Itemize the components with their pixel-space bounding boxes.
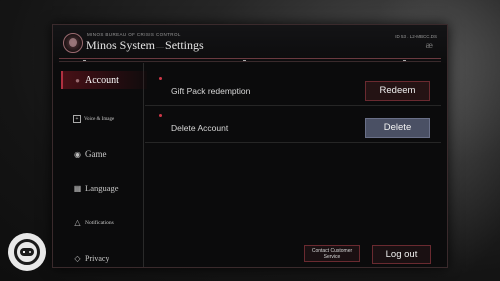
sidebar-item-voice-image[interactable]: + Voice & Image <box>73 115 114 123</box>
settings-sidebar: ● Account + Voice & Image ◉ Game ▦ Langu… <box>59 63 147 267</box>
setting-label: Gift Pack redemption <box>171 86 251 96</box>
header-divider <box>59 58 441 59</box>
settings-content: Gift Pack redemption Redeem Delete Accou… <box>145 63 445 263</box>
divider-marker <box>83 60 86 61</box>
bell-icon: △ <box>74 218 81 227</box>
sidebar-item-label: Notifications <box>85 219 114 226</box>
setting-row-gift-pack: Gift Pack redemption Redeem <box>145 71 441 106</box>
redeem-button[interactable]: Redeem <box>365 81 430 101</box>
sidebar-item-account[interactable]: ● Account <box>61 71 147 89</box>
page-title: Minos System——Settings <box>86 38 204 53</box>
sidebar-item-label: Privacy <box>85 253 110 263</box>
title-separator: —— <box>156 43 165 49</box>
bureau-logo <box>63 33 83 53</box>
contact-customer-service-button[interactable]: Contact Customer Service <box>304 245 360 262</box>
delete-account-button[interactable]: Delete <box>365 118 430 138</box>
title-sub: Settings <box>165 38 204 52</box>
system-code: ID 53 . L2-MBCC.DS <box>395 34 437 39</box>
sidebar-item-game[interactable]: ◉ Game <box>73 149 107 159</box>
sidebar-item-label: Language <box>85 183 119 193</box>
divider-marker <box>403 60 406 61</box>
settings-window: MINOS BUREAU OF CRISIS CONTROL Minos Sys… <box>52 24 448 268</box>
language-icon: ▦ <box>73 183 82 193</box>
setting-row-delete-account: Delete Account Delete <box>145 108 441 143</box>
bureau-name: MINOS BUREAU OF CRISIS CONTROL <box>87 32 181 37</box>
required-dot-icon <box>159 114 162 117</box>
title-main: Minos System <box>86 38 156 52</box>
required-dot-icon <box>159 77 162 80</box>
sidebar-item-notifications[interactable]: △ Notifications <box>73 218 114 227</box>
site-logo-watermark <box>8 233 46 271</box>
sidebar-item-language[interactable]: ▦ Language <box>73 183 119 193</box>
signature-mark: æ <box>425 41 433 50</box>
sidebar-item-privacy[interactable]: ◇ Privacy <box>73 253 109 263</box>
sidebar-item-label: Voice & Image <box>84 116 115 122</box>
sidebar-item-label: Account <box>85 75 119 86</box>
divider-marker <box>243 60 246 61</box>
image-icon: + <box>73 115 81 123</box>
setting-label: Delete Account <box>171 123 229 133</box>
sidebar-item-label: Game <box>85 149 107 159</box>
logout-button[interactable]: Log out <box>372 245 431 264</box>
game-icon: ◉ <box>74 149 81 159</box>
header-divider-secondary <box>59 61 441 62</box>
user-icon: ● <box>75 76 80 85</box>
privacy-icon: ◇ <box>74 253 81 263</box>
gamepad-icon <box>20 248 34 256</box>
